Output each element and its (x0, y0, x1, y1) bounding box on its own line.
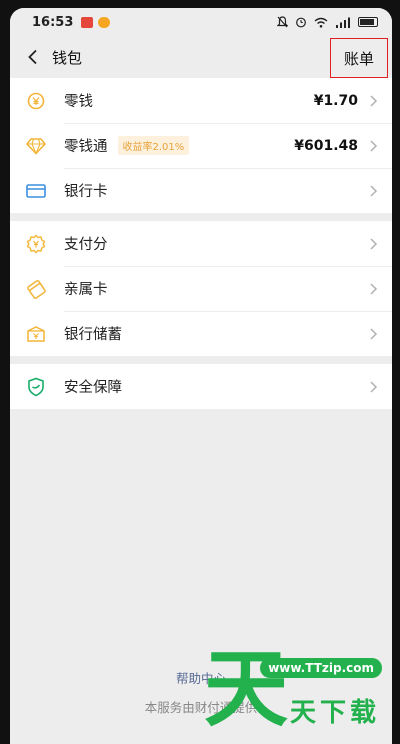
battery-icon (358, 17, 378, 27)
page-title: 钱包 (52, 48, 83, 67)
wallet-item-change[interactable]: 零钱 ¥1.70 (10, 78, 392, 123)
chevron-right-icon (370, 327, 378, 340)
wallet-section-services: 支付分 亲属卡 银行储蓄 (10, 221, 392, 356)
wallet-item-bank-card[interactable]: 银行卡 (10, 168, 392, 213)
navigation-bar: 钱包 账单 (10, 36, 392, 78)
wallet-item-label: 亲属卡 (64, 282, 108, 298)
chevron-right-icon (370, 94, 378, 107)
yuan-coin-icon (26, 91, 46, 111)
chevron-right-icon (370, 237, 378, 250)
pay-score-icon (26, 234, 46, 254)
shield-icon (26, 377, 46, 397)
wallet-item-label: 安全保障 (64, 380, 122, 396)
back-arrow-icon[interactable] (22, 46, 44, 68)
wallet-item-label: 零钱 (64, 94, 93, 110)
wallet-item-family-card[interactable]: 亲属卡 (10, 266, 392, 311)
chevron-right-icon (370, 282, 378, 295)
signal-icon (336, 17, 350, 28)
weibo-icon (98, 16, 111, 28)
wallet-item-bank-savings[interactable]: 银行储蓄 (10, 311, 392, 356)
wallet-item-label: 零钱通 (64, 139, 108, 155)
wallet-item-security[interactable]: 安全保障 (10, 364, 392, 409)
yield-rate-badge: 收益率2.01% (117, 136, 190, 155)
chevron-right-icon (370, 380, 378, 393)
alarm-icon (296, 17, 306, 28)
watermark-url: www.TTzip.com (260, 658, 382, 678)
wallet-item-label: 支付分 (64, 237, 108, 253)
chevron-right-icon (370, 184, 378, 197)
mute-bell-icon (277, 16, 288, 28)
wallet-item-pay-score[interactable]: 支付分 (10, 221, 392, 266)
wallet-item-label: 银行储蓄 (64, 327, 122, 343)
wallet-section-security: 安全保障 (10, 364, 392, 409)
lingqiantong-balance: ¥601.48 (294, 137, 358, 154)
site-watermark: 天 www.TTzip.com 天下载 (204, 640, 390, 740)
wallet-screen: 16:53 钱包 账单 零钱 ¥1.70 零钱通 收益率2.01% ¥601.4… (10, 8, 392, 744)
bill-button[interactable]: 账单 (330, 38, 388, 78)
status-bar: 16:53 (10, 8, 392, 36)
wallet-item-lingqiantong[interactable]: 零钱通 收益率2.01% ¥601.48 (10, 123, 392, 168)
notification-app-icon (81, 16, 94, 28)
change-balance: ¥1.70 (313, 92, 358, 109)
wallet-section-balance: 零钱 ¥1.70 零钱通 收益率2.01% ¥601.48 银行卡 (10, 78, 392, 213)
savings-box-icon (26, 324, 46, 344)
family-card-icon (26, 279, 46, 299)
wallet-item-label: 银行卡 (64, 184, 108, 200)
diamond-icon (26, 136, 46, 156)
status-indicators (277, 16, 378, 28)
bank-card-icon (26, 181, 46, 201)
watermark-text: 天下载 (289, 698, 380, 728)
status-time: 16:53 (32, 14, 74, 30)
wifi-icon (314, 17, 328, 28)
chevron-right-icon (370, 139, 378, 152)
